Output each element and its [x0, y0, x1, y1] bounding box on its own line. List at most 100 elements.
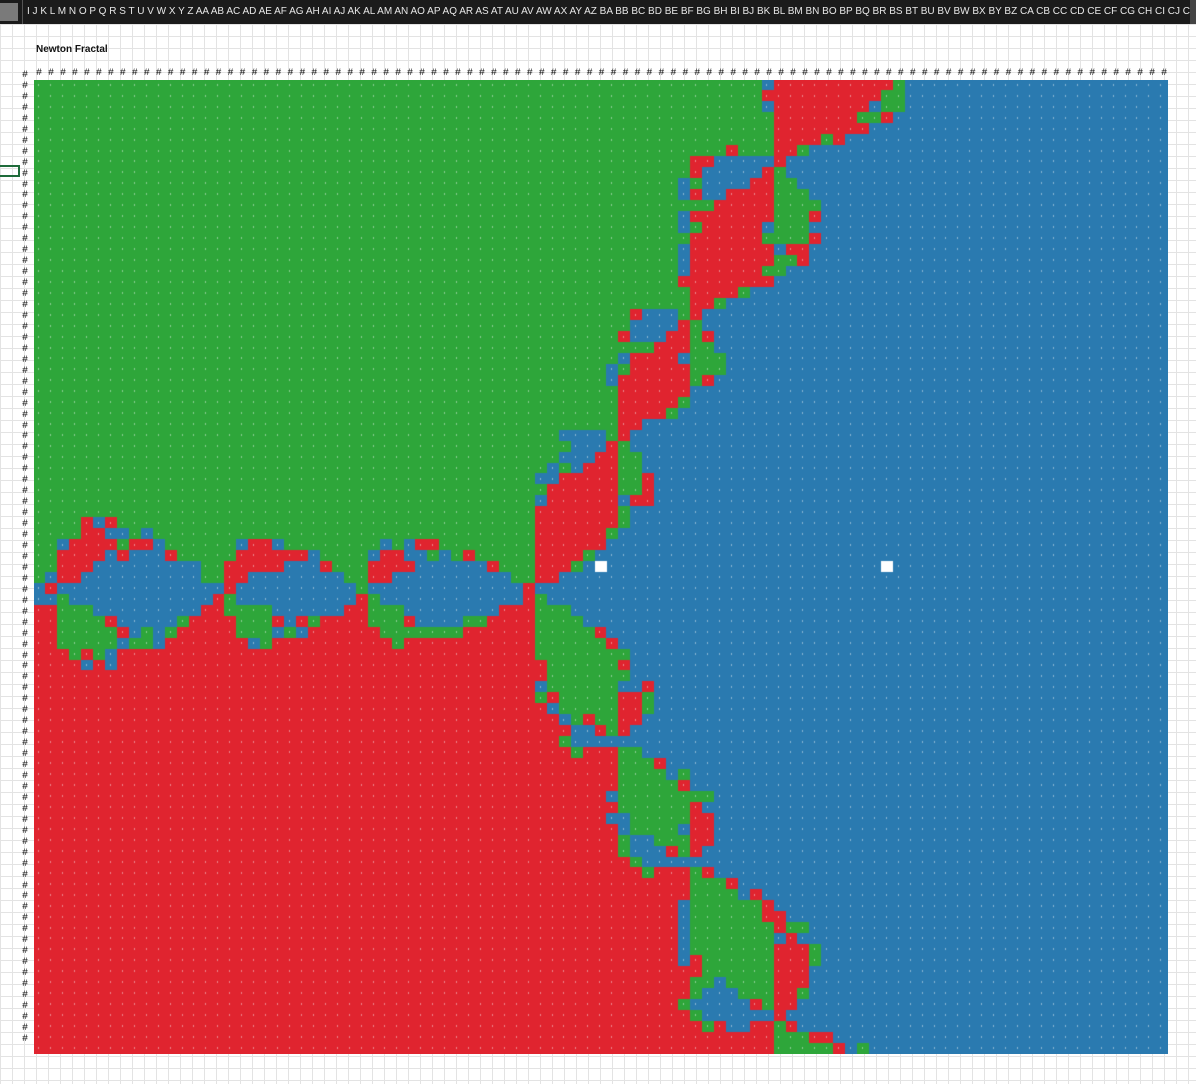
- overflow-hash: #: [95, 68, 102, 79]
- overflow-hash: #: [849, 68, 856, 79]
- overflow-hash: #: [22, 409, 29, 421]
- overflow-hash: #: [1101, 68, 1108, 79]
- overflow-hash: #: [155, 68, 162, 79]
- newton-fractal-canvas[interactable]: [34, 80, 1168, 1054]
- overflow-hash: #: [1005, 68, 1012, 79]
- overflow-hash-row: # # # # # # # # # # # # # # # # # # # # # # # # # # # # # # # # # # # # # # # #…: [36, 68, 1168, 80]
- overflow-hash: #: [1041, 68, 1048, 79]
- active-cell-indicator[interactable]: [0, 165, 20, 177]
- overflow-hash: #: [22, 146, 29, 158]
- overflow-hash: #: [646, 68, 653, 79]
- overflow-hash: #: [454, 68, 461, 79]
- overflow-hash: #: [323, 68, 330, 79]
- fractal-grid[interactable]: [34, 80, 1168, 1054]
- overflow-hash: #: [1113, 68, 1120, 79]
- overflow-hash: #: [634, 68, 641, 79]
- overflow-hash: #: [383, 68, 390, 79]
- overflow-hash: #: [502, 68, 509, 79]
- overflow-hash: #: [22, 628, 29, 640]
- overflow-hash: #: [371, 68, 378, 79]
- column-letters-text: I J K L M N O P Q R S T U V W X Y Z AA A…: [22, 0, 1196, 24]
- overflow-hash: #: [22, 157, 29, 169]
- overflow-hash: #: [1065, 68, 1072, 79]
- overflow-hash: #: [167, 68, 174, 79]
- overflow-hash: #: [897, 68, 904, 79]
- overflow-hash: #: [22, 376, 29, 388]
- overflow-hash: #: [514, 68, 521, 79]
- overflow-hash: #: [287, 68, 294, 79]
- overflow-hash: #: [407, 68, 414, 79]
- overflow-hash: #: [957, 68, 964, 79]
- overflow-hash: #: [311, 68, 318, 79]
- overflow-hash: #: [742, 68, 749, 79]
- overflow-hash: #: [239, 68, 246, 79]
- overflow-hash: #: [143, 68, 150, 79]
- overflow-hash: #: [299, 68, 306, 79]
- overflow-hash: #: [538, 68, 545, 79]
- overflow-hash: #: [251, 68, 258, 79]
- overflow-hash: #: [191, 68, 198, 79]
- overflow-hash: #: [395, 68, 402, 79]
- overflow-hash: #: [36, 68, 43, 79]
- overflow-hash: #: [419, 68, 426, 79]
- overflow-hash: #: [921, 68, 928, 79]
- overflow-hash: #: [71, 68, 78, 79]
- overflow-hash: #: [1161, 68, 1168, 79]
- overflow-hash: #: [526, 68, 533, 79]
- overflow-hash: #: [945, 68, 952, 79]
- overflow-hash: #: [335, 68, 342, 79]
- overflow-hash: #: [766, 68, 773, 79]
- column-header-bar: I J K L M N O P Q R S T U V W X Y Z AA A…: [0, 0, 1196, 24]
- overflow-hash: #: [22, 606, 29, 618]
- header-scroll-edge: [1190, 0, 1196, 24]
- overflow-hash: #: [658, 68, 665, 79]
- overflow-hash: #: [622, 68, 629, 79]
- overflow-hash: #: [466, 68, 473, 79]
- overflow-hash: #: [179, 68, 186, 79]
- overflow-hash: #: [562, 68, 569, 79]
- overflow-hash: #: [442, 68, 449, 79]
- overflow-hash: #: [203, 68, 210, 79]
- overflow-hash: #: [718, 68, 725, 79]
- overflow-hash: #: [909, 68, 916, 79]
- overflow-hash: #: [430, 68, 437, 79]
- overflow-hash: #: [359, 68, 366, 79]
- overflow-hash: #: [610, 68, 617, 79]
- overflow-hash: #: [22, 398, 29, 410]
- overflow-hash: #: [22, 869, 29, 881]
- overflow-hash: #: [1029, 68, 1036, 79]
- overflow-hash: #: [22, 858, 29, 870]
- overflow-hash: #: [933, 68, 940, 79]
- overflow-hash: #: [1125, 68, 1132, 79]
- overflow-hash: #: [802, 68, 809, 79]
- overflow-hash: #: [1077, 68, 1084, 79]
- overflow-hash: #: [227, 68, 234, 79]
- overflow-hash: #: [1017, 68, 1024, 79]
- overflow-hash: #: [969, 68, 976, 79]
- overflow-hash: #: [682, 68, 689, 79]
- sheet-title: Newton Fractal: [36, 44, 108, 55]
- overflow-hash: #: [22, 847, 29, 859]
- overflow-hash: #: [59, 68, 66, 79]
- column-letters[interactable]: I J K L M N O P Q R S T U V W X Y Z AA A…: [22, 0, 1196, 24]
- overflow-hash: #: [22, 1033, 29, 1045]
- overflow-hash: #: [47, 68, 54, 79]
- overflow-hash: #: [825, 68, 832, 79]
- overflow-hash: #: [873, 68, 880, 79]
- overflow-hash: #: [670, 68, 677, 79]
- overflow-hash: #: [131, 68, 138, 79]
- overflow-hash: #: [861, 68, 868, 79]
- overflow-hash: #: [275, 68, 282, 79]
- overflow-hash: #: [263, 68, 270, 79]
- overflow-hash: #: [1137, 68, 1144, 79]
- overflow-hash: #: [993, 68, 1000, 79]
- overflow-hash: #: [694, 68, 701, 79]
- overflow-hash: #: [885, 68, 892, 79]
- overflow-hash: #: [730, 68, 737, 79]
- overflow-hash: #: [813, 68, 820, 79]
- overflow-hash: #: [1053, 68, 1060, 79]
- overflow-hash: #: [574, 68, 581, 79]
- select-all-corner[interactable]: [0, 3, 18, 21]
- overflow-hash: #: [754, 68, 761, 79]
- overflow-hash: #: [586, 68, 593, 79]
